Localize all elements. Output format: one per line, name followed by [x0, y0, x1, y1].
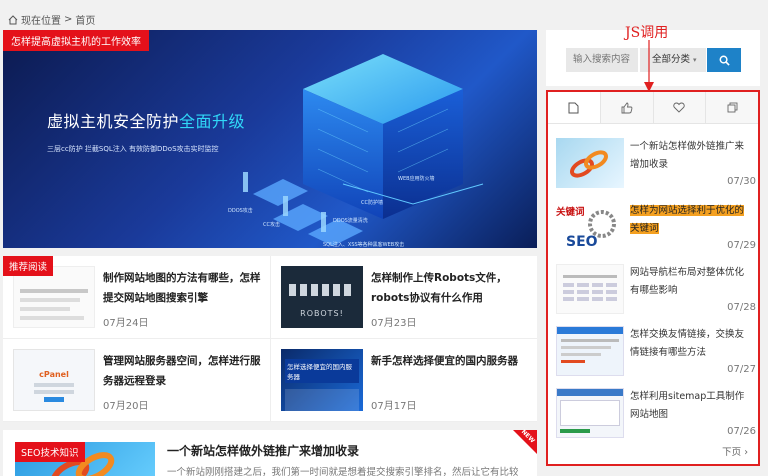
js-annotation-label: JS调用	[625, 25, 669, 41]
item-thumb-text: 关键词	[556, 207, 585, 218]
article-title[interactable]: 一个新站怎样做外链推广来增加收录	[167, 442, 359, 459]
card-thumb-text: ROBOTS!	[300, 309, 344, 318]
item-thumbnail[interactable]	[556, 138, 624, 188]
search-input[interactable]	[566, 48, 638, 72]
list-item[interactable]: 关键词 SEO 怎样为网站选择利于优化的关键词 07/29	[556, 202, 756, 262]
hero-label-ddos-clean: DDOS流量清洗	[333, 217, 368, 224]
article-desc: 一个新站刚刚搭建之后，我们第一时间就是想着提交搜索引擎排名，然后让它有比较	[167, 467, 519, 476]
category-label: 全部分类	[652, 54, 691, 65]
card-date: 07月23日	[371, 318, 417, 329]
next-page-link[interactable]: 下页 ›	[722, 444, 748, 458]
item-title[interactable]: 一个新站怎样做外链推广来增加收录	[630, 138, 750, 174]
card-thumb-text: cPanel	[39, 370, 69, 379]
list-item[interactable]: 网站导航栏布局对整体优化有哪些影响 07/28	[556, 264, 756, 324]
svg-text:SEO: SEO	[566, 234, 598, 250]
hero-label-cc-attack: CC攻击	[263, 221, 280, 228]
search-button[interactable]	[707, 48, 741, 72]
home-icon	[8, 14, 18, 24]
card-date: 07月20日	[103, 401, 149, 412]
tab-popular[interactable]	[599, 92, 653, 123]
heart-icon	[673, 102, 686, 113]
chain-link-icon	[570, 150, 608, 178]
hero-label-waf: WEB应用防火墙	[398, 175, 435, 182]
article-item[interactable]: SEO技术知识 一个新站怎样做外链推广来增加收录 一个新站刚刚搭建之后，我们第一…	[3, 428, 537, 476]
card-item[interactable]: 推荐阅读 制作网站地图的方法有哪些，怎样提交网站地图搜索引擎 07月24日	[3, 256, 270, 339]
card-title[interactable]: 新手怎样选择便宜的国内服务器	[371, 351, 529, 371]
card-title[interactable]: 制作网站地图的方法有哪些，怎样提交网站地图搜索引擎	[103, 268, 261, 308]
item-title-highlighted[interactable]: 怎样为网站选择利于优化的关键词	[630, 202, 750, 238]
card-title[interactable]: 管理网站服务器空间，怎样进行服务器远程登录	[103, 351, 261, 391]
hero-title-main: 虚拟主机安全防护	[47, 112, 180, 131]
item-date: 07/29	[727, 240, 756, 251]
document-icon	[568, 102, 579, 113]
item-date: 07/26	[727, 426, 756, 437]
item-title[interactable]: 怎样交换友情链接，交换友情链接有哪些方法	[630, 326, 750, 362]
hero-label-cc: CC防护墙	[361, 199, 383, 206]
recommended-tag: 推荐阅读	[3, 256, 54, 276]
search-icon	[719, 55, 730, 66]
breadcrumb: 现在位置 > 首页	[8, 12, 95, 27]
card-thumbnail[interactable]: cPanel	[13, 349, 95, 411]
hero-label-sql: SQL注入、XSS等各种黑客WEB攻击	[323, 241, 404, 248]
list-item[interactable]: 怎样交换友情链接，交换友情链接有哪些方法 07/27	[556, 326, 756, 386]
next-page-label: 下页	[722, 447, 742, 458]
item-date: 07/30	[727, 176, 756, 187]
list-item[interactable]: 怎样利用sitemap工具制作网站地图 07/26	[556, 388, 756, 448]
copy-icon	[727, 102, 738, 113]
hero-tag[interactable]: 怎样提高虚拟主机的工作效率	[3, 30, 149, 51]
item-title[interactable]: 网站导航栏布局对整体优化有哪些影响	[630, 264, 750, 300]
seo-tag[interactable]: SEO技术知识	[15, 442, 85, 462]
card-thumb-text: 怎样选择便宜的国内服务器	[285, 359, 359, 383]
list-item[interactable]: 一个新站怎样做外链推广来增加收录 07/30	[556, 138, 756, 198]
sidebar-article-panel: 一个新站怎样做外链推广来增加收录 07/30 关键词 SEO 怎样为网站选择利于…	[546, 90, 760, 466]
item-date: 07/27	[727, 364, 756, 375]
item-title: 怎样为网站选择利于优化的关键词	[630, 205, 745, 234]
sidebar-tabs	[548, 92, 758, 124]
hero-banner[interactable]: 怎样提高虚拟主机的工作效率 虚拟主机安全防护全面升级 三层cc防护 拦截SQL注…	[3, 30, 537, 248]
card-date: 07月17日	[371, 401, 417, 412]
breadcrumb-sep: >	[64, 14, 73, 25]
item-date: 07/28	[727, 302, 756, 313]
breadcrumb-current[interactable]: 首页	[75, 12, 95, 27]
breadcrumb-label: 现在位置	[21, 16, 61, 27]
chevron-down-icon: ▾	[693, 56, 697, 64]
item-thumbnail[interactable]	[556, 388, 624, 438]
hero-label-ddos: DDOS攻击	[228, 207, 253, 214]
card-thumbnail[interactable]: ROBOTS!	[281, 266, 363, 328]
card-thumbnail[interactable]: 怎样选择便宜的国内服务器	[281, 349, 363, 411]
card-item[interactable]: ROBOTS! 怎样制作上传Robots文件，robots协议有什么作用 07月…	[270, 256, 537, 339]
recommended-grid: 推荐阅读 制作网站地图的方法有哪些，怎样提交网站地图搜索引擎 07月24日 RO…	[3, 256, 537, 422]
thumb-up-icon	[621, 102, 632, 113]
card-item[interactable]: cPanel 管理网站服务器空间，怎样进行服务器远程登录 07月20日	[3, 339, 270, 422]
chevron-right-icon: ›	[744, 447, 748, 458]
tab-latest[interactable]	[548, 92, 600, 123]
item-thumbnail[interactable]	[556, 264, 624, 314]
annotation-arrow-icon	[644, 40, 654, 92]
tab-favorite[interactable]	[652, 92, 706, 123]
server-illustration: WEB应用防火墙 CC防护墙 DDOS流量清洗 DDOS攻击 CC攻击 SQL注…	[228, 54, 484, 248]
item-title[interactable]: 怎样利用sitemap工具制作网站地图	[630, 388, 750, 424]
card-item[interactable]: 怎样选择便宜的国内服务器 新手怎样选择便宜的国内服务器 07月17日	[270, 339, 537, 422]
tab-random[interactable]	[705, 92, 758, 123]
item-thumbnail[interactable]	[556, 326, 624, 376]
card-date: 07月24日	[103, 318, 149, 329]
card-title[interactable]: 怎样制作上传Robots文件，robots协议有什么作用	[371, 268, 529, 308]
item-thumbnail[interactable]: 关键词 SEO	[556, 202, 624, 252]
